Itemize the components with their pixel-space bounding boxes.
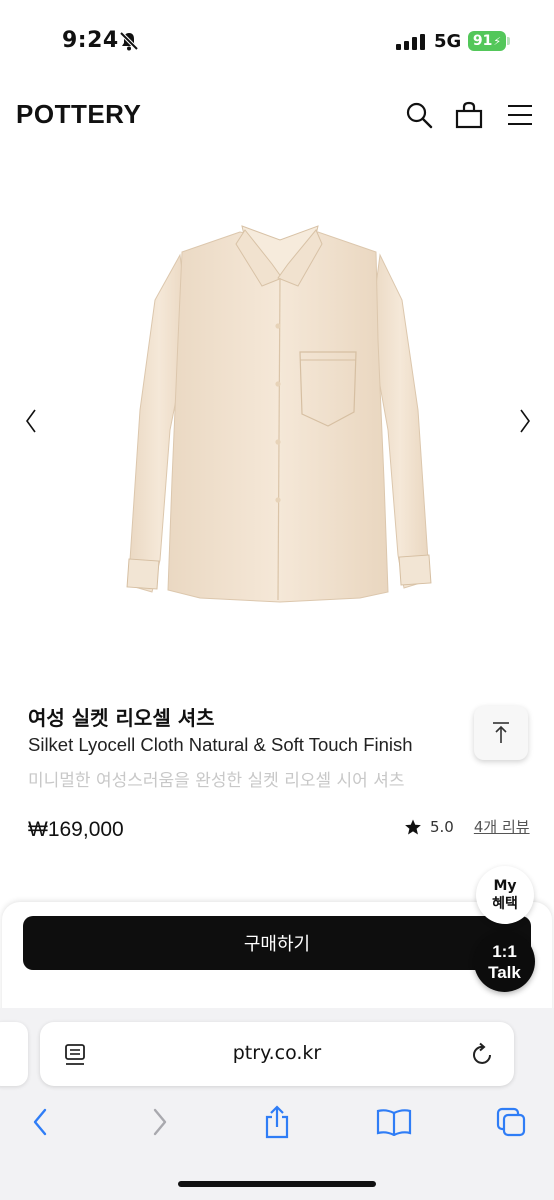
reload-icon[interactable]	[470, 1042, 496, 1068]
battery-cap	[507, 37, 510, 45]
search-icon	[406, 102, 433, 129]
network-type: 5G	[434, 31, 462, 52]
bookmarks-button[interactable]	[374, 1102, 414, 1142]
shopping-bag-icon	[455, 101, 483, 129]
carousel-prev-button[interactable]	[16, 404, 46, 438]
charging-icon: ⚡	[493, 34, 502, 48]
talk-label-line1: 1:1	[492, 941, 517, 961]
battery-indicator: 91 ⚡	[468, 31, 506, 51]
product-rating: 5.0 4개 리뷰	[404, 816, 530, 837]
back-chevron-icon	[33, 1108, 47, 1136]
product-description: 미니멀한 여성스러움을 완성한 실켓 리오셀 시어 셔츠	[28, 771, 405, 791]
one-to-one-talk-button[interactable]: 1:1 Talk	[474, 931, 535, 992]
tabs-button[interactable]	[491, 1102, 531, 1142]
chevron-right-icon	[520, 409, 530, 433]
search-button[interactable]	[404, 100, 434, 130]
forward-chevron-icon	[153, 1108, 167, 1136]
star-icon	[405, 819, 421, 834]
share-icon	[265, 1105, 289, 1139]
brand-logo[interactable]: POTTERY	[16, 99, 141, 130]
tabs-icon	[496, 1107, 526, 1137]
scroll-to-top-button[interactable]	[474, 706, 528, 760]
reviews-link[interactable]: 4개 리뷰	[474, 816, 530, 837]
forward-button[interactable]	[140, 1102, 180, 1142]
product-subtitle: Silket Lyocell Cloth Natural & Soft Touc…	[28, 734, 413, 755]
silent-bell-icon	[119, 31, 139, 51]
cart-button[interactable]	[454, 100, 484, 130]
home-indicator	[178, 1181, 376, 1187]
previous-tab-preview[interactable]	[0, 1022, 28, 1086]
benefit-label-line1: My	[493, 878, 517, 894]
my-benefit-button[interactable]: My 혜택	[476, 866, 534, 924]
chevron-left-icon	[26, 409, 36, 433]
rating-value: 5.0	[430, 817, 454, 836]
hamburger-menu-icon	[508, 105, 532, 125]
arrow-up-icon	[493, 722, 509, 743]
signal-icon	[396, 34, 425, 50]
status-time: 9:24	[62, 28, 119, 53]
share-button[interactable]	[257, 1102, 297, 1142]
benefit-label-line2: 혜택	[492, 896, 518, 912]
product-price: ₩169,000	[28, 818, 124, 841]
back-button[interactable]	[20, 1102, 60, 1142]
url-text[interactable]: ptry.co.kr	[40, 1042, 514, 1064]
book-icon	[376, 1109, 412, 1136]
product-image-carousel[interactable]	[0, 160, 554, 680]
menu-button[interactable]	[505, 100, 535, 130]
carousel-next-button[interactable]	[510, 404, 540, 438]
battery-level: 91	[472, 33, 493, 49]
product-shirt-image	[126, 225, 432, 603]
buy-button[interactable]: 구매하기	[23, 916, 531, 970]
talk-label-line2: Talk	[488, 962, 521, 982]
product-title: 여성 실켓 리오셀 셔츠	[28, 706, 215, 730]
